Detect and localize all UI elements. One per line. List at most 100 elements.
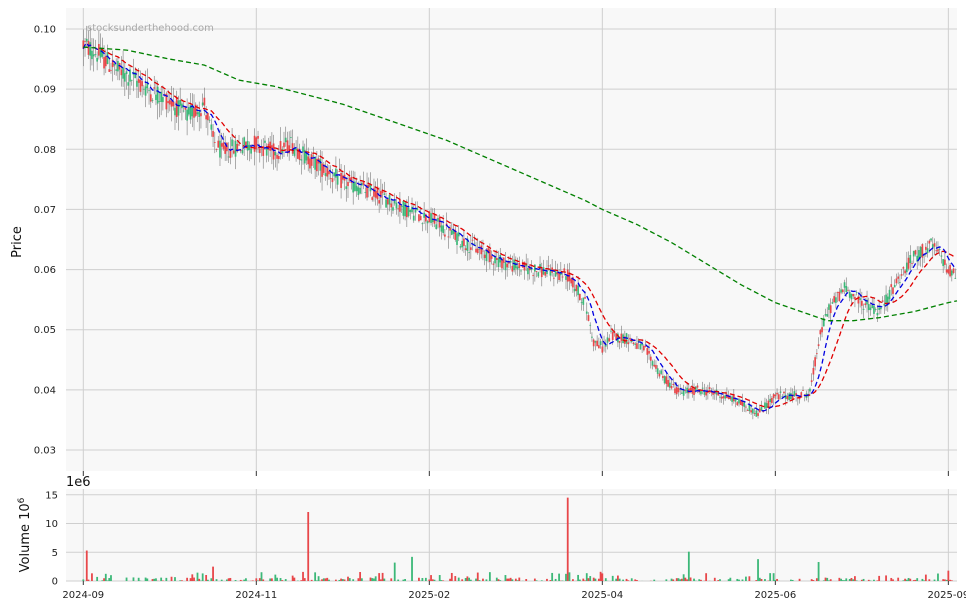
volume-bar	[270, 578, 273, 581]
volume-bar	[627, 580, 630, 581]
candle-body	[577, 285, 579, 296]
volume-bar	[815, 578, 818, 581]
candle-body	[611, 332, 614, 340]
candle-body	[547, 265, 550, 267]
volume-bar	[418, 577, 420, 581]
candle-body	[582, 297, 585, 305]
candle-body	[457, 232, 460, 237]
volume-bar	[454, 576, 457, 581]
candle-body	[283, 142, 285, 148]
volume-bar	[738, 579, 740, 581]
candle-body	[651, 361, 654, 366]
volume-bar	[540, 580, 543, 581]
candle-body	[705, 391, 707, 396]
volume-bar	[160, 577, 163, 581]
candle-body	[817, 344, 820, 347]
volume-bar	[947, 570, 950, 581]
candle-body	[662, 376, 664, 378]
volume-bar	[909, 578, 912, 581]
volume-bar	[845, 578, 848, 581]
volume-bar	[198, 578, 201, 581]
volume-panel	[66, 489, 957, 581]
candle-body	[476, 248, 479, 254]
candle-body	[284, 137, 287, 143]
candle-body	[656, 368, 659, 374]
volume-bar	[469, 579, 472, 581]
candle-body	[570, 278, 573, 284]
volume-bar	[91, 573, 93, 581]
candle-body	[374, 191, 377, 198]
volume-bar	[478, 580, 481, 581]
volume-bar	[565, 573, 567, 581]
candle-body	[286, 140, 289, 153]
candle-body	[880, 307, 882, 310]
candle-body	[708, 387, 711, 389]
candle-body	[274, 152, 277, 156]
candle-body	[404, 202, 406, 217]
candle-body	[143, 88, 145, 90]
candle-body	[646, 348, 649, 355]
candle-body	[277, 155, 280, 160]
volume-bar	[514, 578, 517, 581]
candle-body	[580, 302, 583, 304]
candle-body	[653, 364, 656, 367]
candle-body	[945, 269, 948, 273]
candle-body	[91, 50, 93, 60]
volume-bar	[303, 578, 306, 581]
candle-body	[902, 267, 905, 269]
candle-body	[885, 294, 887, 303]
candle-body	[407, 207, 410, 217]
candle-body	[952, 268, 955, 274]
candle-body	[757, 413, 759, 416]
candle-body	[648, 351, 650, 354]
candle-body	[935, 250, 938, 252]
volume-bar	[525, 579, 528, 581]
volume-bar	[764, 579, 766, 581]
volume-bar	[713, 577, 716, 581]
candle-body	[895, 278, 898, 284]
candle-body	[535, 271, 538, 272]
candle-body	[601, 346, 604, 353]
candle-body	[174, 107, 176, 116]
candle-body	[933, 243, 936, 247]
volume-bar	[810, 579, 813, 581]
candle-body	[234, 140, 237, 157]
volume-bar	[499, 580, 502, 581]
candle-body	[495, 257, 498, 260]
candle-body	[210, 124, 213, 130]
candle-body	[864, 303, 867, 306]
volume-bar	[867, 579, 870, 581]
volume-bar	[618, 578, 621, 581]
volume-bar	[125, 577, 128, 581]
candle-body	[783, 391, 785, 394]
volume-bar	[307, 512, 310, 581]
volume-bar	[679, 579, 682, 581]
volume-bar	[860, 579, 863, 581]
candle-body	[622, 334, 624, 344]
candle-body	[731, 396, 733, 402]
volume-bar	[850, 578, 853, 581]
candle-body	[255, 137, 258, 150]
volume-bar	[165, 577, 168, 581]
candle-body	[748, 404, 751, 412]
volume-bar	[841, 580, 844, 581]
candle-body	[201, 102, 204, 106]
volume-bar	[225, 579, 228, 581]
candle-body	[329, 178, 332, 179]
candle-body	[911, 263, 913, 264]
volume-bar	[551, 572, 554, 581]
volume-bar	[518, 577, 521, 581]
volume-bar	[594, 578, 597, 581]
volume-bar	[174, 577, 176, 581]
candle-body	[463, 238, 465, 246]
volume-bar	[151, 579, 154, 581]
volume-bar	[196, 572, 199, 581]
candle-body	[514, 262, 517, 269]
candle-body	[821, 327, 823, 333]
candle-body	[786, 395, 789, 400]
volume-bar	[421, 578, 424, 581]
volume-bar	[904, 578, 906, 581]
volume-bar	[769, 573, 772, 581]
candle-body	[475, 248, 477, 253]
candle-body	[909, 255, 912, 264]
